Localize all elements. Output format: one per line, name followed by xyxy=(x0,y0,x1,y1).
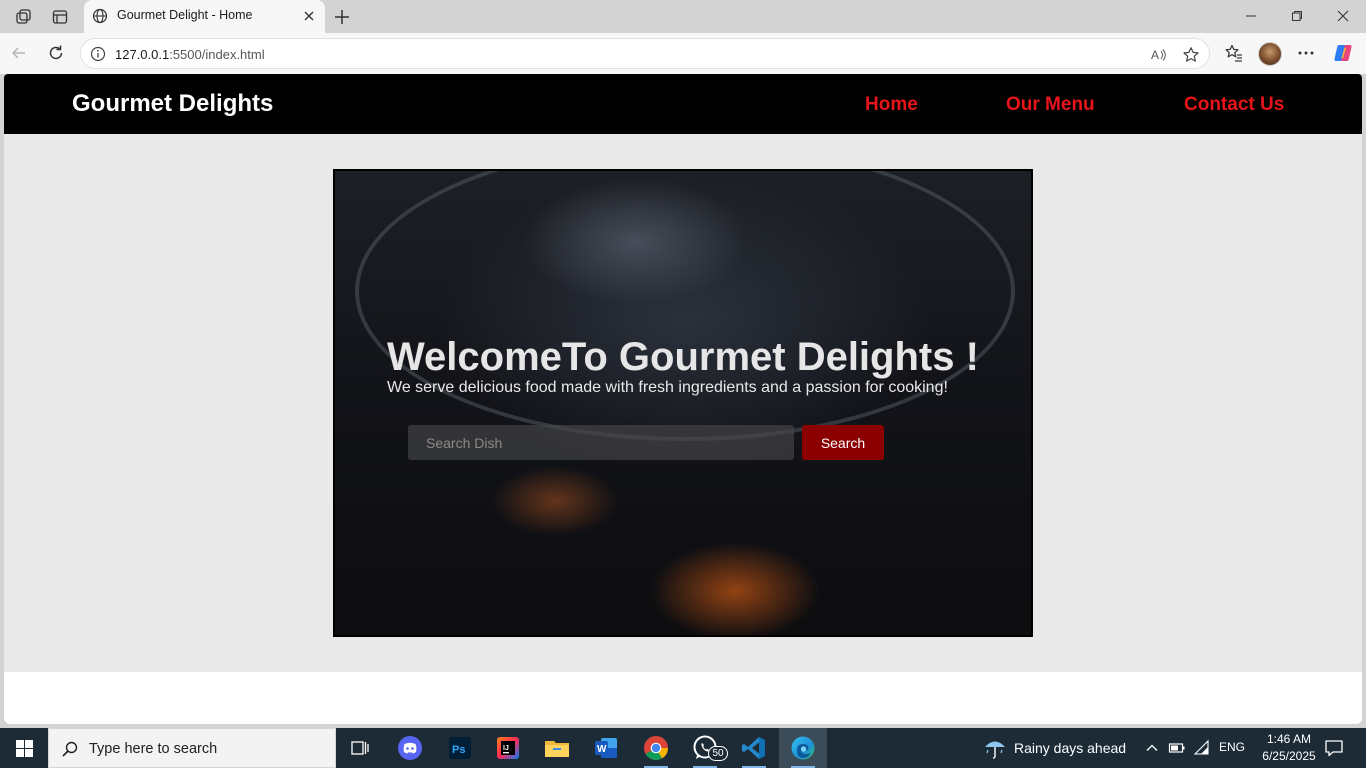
minimize-icon[interactable] xyxy=(1236,4,1266,28)
address-bar[interactable]: 127.0.0.1:5500/index.html A xyxy=(80,38,1210,69)
dish-search-input[interactable] xyxy=(408,425,794,460)
back-icon[interactable] xyxy=(9,43,29,63)
weather-text[interactable]: Rainy days ahead xyxy=(1014,740,1126,756)
more-options-icon[interactable] xyxy=(1296,43,1316,63)
file-explorer-icon[interactable] xyxy=(533,728,581,768)
weather-umbrella-icon[interactable] xyxy=(983,737,1007,759)
task-view-icon[interactable] xyxy=(336,728,384,768)
whatsapp-app-icon[interactable]: 50 xyxy=(681,728,729,768)
svg-text:IJ: IJ xyxy=(503,745,509,752)
favorites-icon[interactable] xyxy=(1224,43,1244,63)
vscode-app-icon[interactable] xyxy=(730,728,778,768)
favorite-star-icon[interactable] xyxy=(1182,46,1200,64)
taskbar-search-box[interactable]: Type here to search xyxy=(48,728,336,768)
page-viewport: Gourmet Delights Home Our Menu Contact U… xyxy=(4,74,1362,724)
site-brand[interactable]: Gourmet Delights xyxy=(72,90,273,118)
taskbar-search-placeholder: Type here to search xyxy=(89,741,218,757)
close-tab-icon[interactable] xyxy=(301,8,317,24)
whatsapp-unread-badge: 50 xyxy=(708,746,728,761)
workspaces-icon[interactable] xyxy=(13,6,35,28)
wifi-icon[interactable] xyxy=(1193,739,1211,757)
windows-start-icon[interactable] xyxy=(0,728,48,768)
url-host: 127.0.0.1 xyxy=(115,47,170,62)
profile-avatar[interactable] xyxy=(1258,42,1282,66)
hero-background-image xyxy=(355,171,1015,441)
photoshop-app-icon[interactable]: Ps xyxy=(436,728,484,768)
hero-subtitle: We serve delicious food made with fresh … xyxy=(387,379,948,396)
nav-link-our-menu[interactable]: Our Menu xyxy=(1006,94,1095,116)
discord-app-icon[interactable] xyxy=(386,728,434,768)
browser-tab-strip: Gourmet Delight - Home xyxy=(0,0,1366,33)
svg-text:Ps: Ps xyxy=(452,744,465,756)
url-path: :5500/index.html xyxy=(169,47,265,62)
new-tab-icon[interactable] xyxy=(331,6,353,28)
tab-title: Gourmet Delight - Home xyxy=(117,8,253,22)
svg-text:W: W xyxy=(597,744,607,755)
input-language[interactable]: ENG xyxy=(1219,740,1245,754)
intellij-app-icon[interactable]: IJ xyxy=(484,728,532,768)
read-aloud-icon[interactable]: A xyxy=(1150,46,1168,64)
clock-time[interactable]: 1:46 AM xyxy=(1260,732,1318,746)
browser-tab-active[interactable]: Gourmet Delight - Home xyxy=(84,0,325,33)
windows-taskbar: Type here to search Ps IJ W 50 Rainy day… xyxy=(0,728,1366,768)
hero-title: WelcomeTo Gourmet Delights ! xyxy=(387,335,979,379)
hero-banner: WelcomeTo Gourmet Delights ! We serve de… xyxy=(333,169,1033,637)
clock-date[interactable]: 6/25/2025 xyxy=(1254,749,1324,763)
url-text: 127.0.0.1:5500/index.html xyxy=(115,47,265,62)
tab-actions-icon[interactable] xyxy=(49,6,71,28)
chrome-app-icon[interactable] xyxy=(632,728,680,768)
notifications-icon[interactable] xyxy=(1324,738,1344,758)
search-button[interactable]: Search xyxy=(802,425,884,460)
search-icon xyxy=(62,741,78,757)
browser-toolbar: 127.0.0.1:5500/index.html A xyxy=(0,33,1366,74)
hero-section: WelcomeTo Gourmet Delights ! We serve de… xyxy=(4,134,1362,672)
close-window-icon[interactable] xyxy=(1328,4,1358,28)
site-navbar: Gourmet Delights Home Our Menu Contact U… xyxy=(4,74,1362,134)
refresh-icon[interactable] xyxy=(46,43,66,63)
restore-icon[interactable] xyxy=(1282,4,1312,28)
nav-link-home[interactable]: Home xyxy=(865,94,918,116)
show-hidden-icons-chevron-icon[interactable] xyxy=(1143,739,1161,757)
nav-link-contact-us[interactable]: Contact Us xyxy=(1184,94,1284,116)
svg-text:A: A xyxy=(1151,48,1159,62)
globe-icon xyxy=(92,8,108,24)
word-app-icon[interactable]: W xyxy=(582,728,630,768)
copilot-icon[interactable] xyxy=(1333,43,1353,63)
site-info-icon[interactable] xyxy=(90,46,106,62)
edge-app-icon[interactable] xyxy=(779,728,827,768)
battery-icon[interactable] xyxy=(1168,739,1186,757)
